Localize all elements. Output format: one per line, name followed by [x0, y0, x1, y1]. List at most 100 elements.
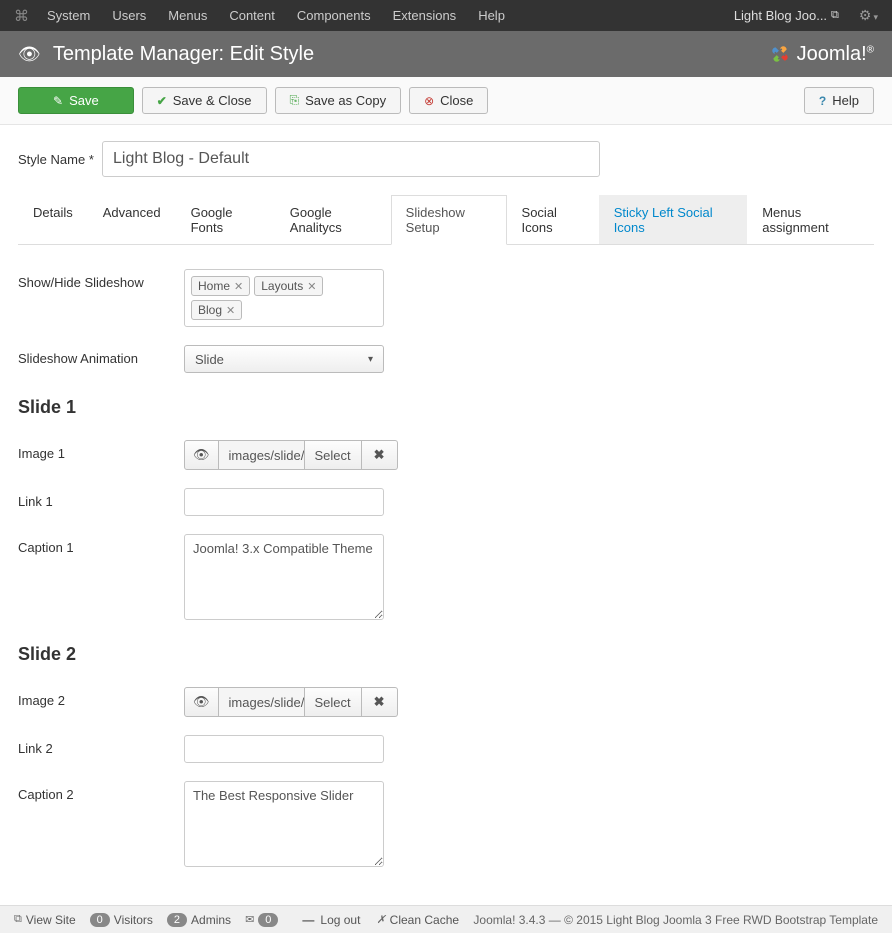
page-header: 👁 Template Manager: Edit Style Joomla!®: [0, 31, 892, 77]
image-row-2: Image 2 👁 images/slide/sli Select ✖: [18, 687, 874, 717]
style-name-input[interactable]: [102, 141, 600, 177]
image-path: images/slide/sli: [219, 440, 305, 470]
help-button[interactable]: ? Help: [804, 87, 874, 114]
clear-image-button[interactable]: ✖: [362, 687, 398, 717]
admin-top-menu: ⌘ System Users Menus Content Components …: [0, 0, 892, 31]
visitors-badge: 0: [90, 913, 110, 927]
link-input-1[interactable]: [184, 488, 384, 516]
separator: —: [302, 913, 314, 927]
animation-value: Slide: [195, 352, 224, 367]
joomla-icon[interactable]: ⌘: [14, 7, 29, 25]
save-icon: ✎: [53, 94, 63, 108]
select-image-button[interactable]: Select: [305, 440, 362, 470]
link-input-2[interactable]: [184, 735, 384, 763]
save-close-button[interactable]: ✔ Save & Close: [142, 87, 267, 114]
preview-button[interactable]: 👁: [184, 687, 219, 717]
tab-advanced[interactable]: Advanced: [88, 195, 176, 244]
view-site-link[interactable]: ⧉ View Site: [14, 913, 76, 927]
help-icon: ?: [819, 94, 826, 108]
save-copy-label: Save as Copy: [305, 93, 386, 108]
menu-system[interactable]: System: [47, 8, 90, 23]
image-row-1: Image 1 👁 images/slide/sli Select ✖: [18, 440, 874, 470]
clear-image-button[interactable]: ✖: [362, 440, 398, 470]
show-hide-label: Show/Hide Slideshow: [18, 269, 184, 290]
caption-textarea-2[interactable]: The Best Responsive Slider: [184, 781, 384, 867]
help-label: Help: [832, 93, 859, 108]
external-link-icon: ⧉: [831, 9, 839, 22]
eye-icon: 👁: [193, 694, 210, 710]
check-icon: ✔: [157, 94, 167, 108]
remove-tag-icon[interactable]: ✕: [226, 304, 235, 317]
eye-icon: 👁: [193, 447, 210, 463]
copy-icon: ⎘: [290, 93, 300, 108]
show-hide-row: Show/Hide Slideshow Home✕Layouts✕ Blog✕: [18, 269, 874, 327]
animation-label: Slideshow Animation: [18, 345, 184, 366]
menu-menus[interactable]: Menus: [168, 8, 207, 23]
slide-heading-2: Slide 2: [18, 644, 874, 665]
close-icon: ✖: [374, 447, 385, 463]
tag-layouts[interactable]: Layouts✕: [254, 276, 323, 296]
menu-content[interactable]: Content: [229, 8, 275, 23]
close-icon: ✖: [374, 694, 385, 710]
logout-link[interactable]: Log out: [320, 913, 360, 927]
mail-icon: ✉: [245, 913, 254, 926]
admins-badge: 2: [167, 913, 187, 927]
copyright-text: Joomla! 3.4.3 — © 2015 Light Blog Joomla…: [473, 913, 878, 927]
select-image-button[interactable]: Select: [305, 687, 362, 717]
tabs-nav: DetailsAdvancedGoogle FontsGoogle Analit…: [18, 195, 874, 245]
joomla-brand-text: Joomla!®: [797, 43, 874, 66]
menu-components[interactable]: Components: [297, 8, 371, 23]
image-path: images/slide/sli: [219, 687, 305, 717]
site-link[interactable]: Light Blog Joo... ⧉: [734, 8, 839, 23]
eye-icon: 👁: [18, 44, 41, 65]
close-button[interactable]: ⊗ Close: [409, 87, 488, 114]
tab-sticky-left-social-icons[interactable]: Sticky Left Social Icons: [599, 195, 748, 244]
remove-tag-icon[interactable]: ✕: [307, 280, 316, 293]
menu-help[interactable]: Help: [478, 8, 505, 23]
action-toolbar: ✎ Save ✔ Save & Close ⎘ Save as Copy ⊗ C…: [0, 77, 892, 125]
save-button[interactable]: ✎ Save: [18, 87, 134, 114]
clean-cache-link[interactable]: ✗ Clean Cache: [374, 913, 459, 927]
tab-google-fonts[interactable]: Google Fonts: [176, 195, 275, 244]
external-icon: ⧉: [14, 913, 22, 926]
menu-extensions[interactable]: Extensions: [393, 8, 457, 23]
tab-menus-assignment[interactable]: Menus assignment: [747, 195, 874, 244]
caption-textarea-1[interactable]: Joomla! 3.x Compatible Theme: [184, 534, 384, 620]
caption-row-2: Caption 2 The Best Responsive Slider: [18, 781, 874, 867]
tag-home[interactable]: Home✕: [191, 276, 250, 296]
joomla-logo-icon: [769, 43, 791, 65]
site-link-text: Light Blog Joo...: [734, 8, 827, 23]
pages-tag-box[interactable]: Home✕Layouts✕ Blog✕: [184, 269, 384, 327]
media-field-2: 👁 images/slide/sli Select ✖: [184, 687, 398, 717]
status-footer: ⧉ View Site 0 Visitors 2 Admins ✉ 0 — Lo…: [0, 905, 892, 933]
image-label: Image 1: [18, 440, 184, 461]
link-row-2: Link 2: [18, 735, 874, 763]
page-title: Template Manager: Edit Style: [53, 43, 769, 66]
style-name-row: Style Name *: [18, 141, 874, 177]
visitors-item[interactable]: 0 Visitors: [90, 913, 153, 927]
tab-social-icons[interactable]: Social Icons: [507, 195, 599, 244]
link-row-1: Link 1: [18, 488, 874, 516]
save-copy-button[interactable]: ⎘ Save as Copy: [275, 87, 402, 114]
close-label: Close: [440, 93, 473, 108]
style-name-label: Style Name *: [18, 152, 102, 167]
caption-label: Caption 1: [18, 534, 184, 555]
slide-heading-1: Slide 1: [18, 397, 874, 418]
animation-select[interactable]: Slide ▾: [184, 345, 384, 373]
settings-gear-icon[interactable]: ⚙▾: [859, 7, 878, 24]
preview-button[interactable]: 👁: [184, 440, 219, 470]
messages-item[interactable]: ✉ 0: [245, 913, 282, 927]
tab-google-analitycs[interactable]: Google Analitycs: [275, 195, 391, 244]
remove-tag-icon[interactable]: ✕: [234, 280, 243, 293]
tag-blog[interactable]: Blog✕: [191, 300, 242, 320]
joomla-brand: Joomla!®: [769, 43, 874, 66]
link-label: Link 1: [18, 488, 184, 509]
media-field-1: 👁 images/slide/sli Select ✖: [184, 440, 398, 470]
tab-slideshow-setup[interactable]: Slideshow Setup: [391, 195, 507, 245]
tab-details[interactable]: Details: [18, 195, 88, 244]
image-label: Image 2: [18, 687, 184, 708]
caption-label: Caption 2: [18, 781, 184, 802]
menu-users[interactable]: Users: [112, 8, 146, 23]
caption-row-1: Caption 1 Joomla! 3.x Compatible Theme: [18, 534, 874, 620]
admins-item[interactable]: 2 Admins: [167, 913, 231, 927]
